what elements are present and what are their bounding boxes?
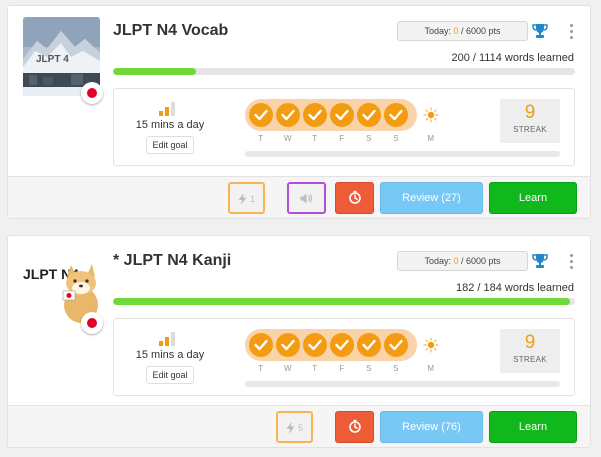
points-current: 0 <box>453 26 459 36</box>
day-label: S <box>366 134 372 143</box>
thumbnail-text: JLPT 4 <box>36 54 69 65</box>
review-button[interactable]: Review (76) <box>380 411 483 443</box>
day-label: T <box>258 364 264 373</box>
week-progress-bar <box>245 381 560 387</box>
day-label: T <box>258 134 264 143</box>
course-card: JLPT 4 JLPT N4 Vocab Today: 0 / 6000 pts… <box>7 5 591 219</box>
stopwatch-icon <box>348 419 361 433</box>
goal-panel: 15 mins a day Edit goal T W T F S S M 9 … <box>113 318 575 396</box>
lightning-icon <box>238 192 247 205</box>
speaker-icon <box>300 193 313 204</box>
signal-bars-icon <box>159 332 177 346</box>
day-label: S <box>393 364 399 373</box>
edit-goal-button[interactable]: Edit goal <box>146 136 194 154</box>
speed-review-count: 1 <box>249 194 255 204</box>
goal-text: 15 mins a day <box>135 119 205 131</box>
japan-flag-icon <box>81 312 103 334</box>
streak-label: STREAK <box>513 125 547 134</box>
stopwatch-icon <box>348 190 361 204</box>
course-card: JLPT N4 * JLPT N4 Kanji Today: 0 / 6000 … <box>7 235 591 448</box>
speed-review-button[interactable]: 1 <box>228 182 265 214</box>
difficult-words-button[interactable] <box>335 182 374 214</box>
sun-icon <box>423 107 439 123</box>
points-label: Today: <box>424 26 451 36</box>
daily-points: Today: 0 / 6000 pts <box>397 21 528 41</box>
day-label: W <box>283 134 293 143</box>
learn-button[interactable]: Learn <box>489 411 577 443</box>
day-label: F <box>339 134 345 143</box>
checkmark-icon <box>249 103 273 127</box>
day-label: T <box>312 364 318 373</box>
speed-review-count: 5 <box>297 423 303 433</box>
checkmark-icon <box>330 333 354 357</box>
checkmark-icon <box>249 333 273 357</box>
signal-bars-icon <box>159 102 177 116</box>
points-label: Today: <box>424 256 451 266</box>
daily-points: Today: 0 / 6000 pts <box>397 251 528 271</box>
checkmark-icon <box>384 333 408 357</box>
day-label: M <box>427 364 435 373</box>
kebab-menu-icon[interactable] <box>565 251 577 271</box>
course-title[interactable]: * JLPT N4 Kanji <box>113 252 231 270</box>
checkmark-icon <box>330 103 354 127</box>
learn-button[interactable]: Learn <box>489 182 577 214</box>
points-current: 0 <box>453 256 459 266</box>
card-actions: 1 Review (27) Learn <box>8 176 590 218</box>
course-progress-bar <box>113 68 575 75</box>
checkmark-icon <box>303 333 327 357</box>
audio-button[interactable] <box>287 182 326 214</box>
checkmark-icon <box>357 103 381 127</box>
edit-goal-button[interactable]: Edit goal <box>146 366 194 384</box>
lightning-icon <box>286 421 295 434</box>
course-progress-bar <box>113 298 575 305</box>
course-progress-fill <box>113 298 570 305</box>
day-label: F <box>339 364 345 373</box>
course-progress-fill <box>113 68 196 75</box>
words-learned: 200 / 1114 words learned <box>451 52 574 64</box>
streak-box: 9 STREAK <box>500 329 560 373</box>
day-label: S <box>366 364 372 373</box>
checkmark-icon <box>276 103 300 127</box>
checkmark-icon <box>357 333 381 357</box>
day-label: T <box>312 134 318 143</box>
checkmark-icon <box>384 103 408 127</box>
goal-panel: 15 mins a day Edit goal T W T F S S M 9 … <box>113 88 575 166</box>
points-total: / 6000 pts <box>461 256 501 266</box>
words-learned: 182 / 184 words learned <box>455 282 574 294</box>
streak-label: STREAK <box>513 355 547 364</box>
checkmark-icon <box>303 103 327 127</box>
week-progress-bar <box>245 151 560 157</box>
speed-review-button[interactable]: 5 <box>276 411 313 443</box>
streak-count: 9 <box>524 102 536 123</box>
kebab-menu-icon[interactable] <box>565 21 577 41</box>
day-label: M <box>427 134 435 143</box>
sun-icon <box>423 337 439 353</box>
card-actions: 5 Review (76) Learn <box>8 405 590 447</box>
trophy-icon[interactable] <box>530 21 550 41</box>
review-button[interactable]: Review (27) <box>380 182 483 214</box>
points-total: / 6000 pts <box>461 26 501 36</box>
day-label: S <box>393 134 399 143</box>
streak-count: 9 <box>524 332 536 353</box>
goal-text: 15 mins a day <box>135 349 205 361</box>
course-title[interactable]: JLPT N4 Vocab <box>113 22 228 40</box>
japan-flag-icon <box>81 82 103 104</box>
trophy-icon[interactable] <box>530 251 550 271</box>
streak-box: 9 STREAK <box>500 99 560 143</box>
day-label: W <box>283 364 293 373</box>
difficult-words-button[interactable] <box>335 411 374 443</box>
checkmark-icon <box>276 333 300 357</box>
